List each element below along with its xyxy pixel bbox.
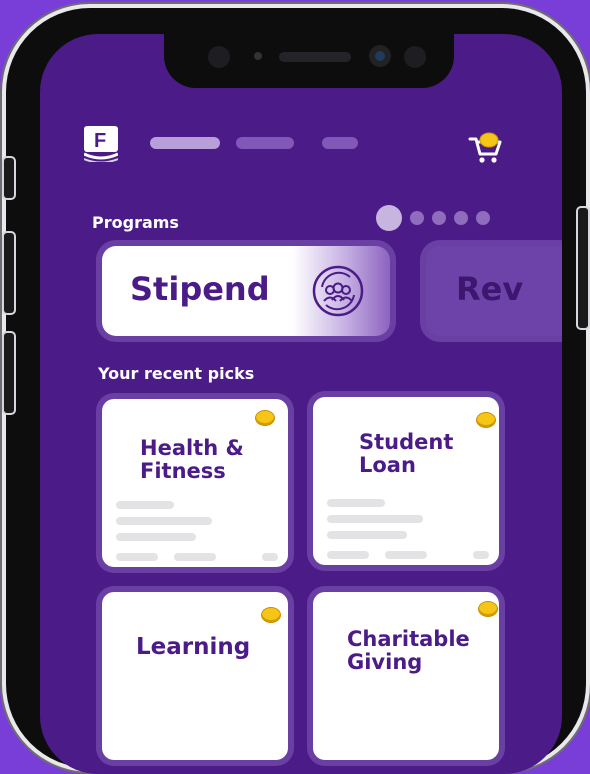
carousel-pagination xyxy=(376,205,490,231)
speaker-grille xyxy=(279,52,351,62)
placeholder-line xyxy=(327,515,423,523)
pick-title-line: Giving xyxy=(347,650,423,674)
pick-card-student-loan[interactable]: Student Loan xyxy=(313,397,499,565)
device-notch xyxy=(164,34,454,88)
sensor-dot-right xyxy=(404,46,426,68)
pick-card-charitable-giving[interactable]: Charitable Giving xyxy=(313,592,499,760)
coin-icon xyxy=(479,602,497,616)
programs-heading: Programs xyxy=(92,213,179,232)
nav-tab-1[interactable] xyxy=(150,137,220,149)
placeholder-line xyxy=(116,553,158,561)
logo-letter: F xyxy=(94,130,106,152)
program-card-next[interactable]: Rev xyxy=(426,246,562,336)
pick-title-line: Health & xyxy=(140,436,244,460)
carousel-dot[interactable] xyxy=(476,211,490,225)
cart-button[interactable] xyxy=(464,126,504,166)
placeholder-line xyxy=(327,499,385,507)
pick-card-health-fitness[interactable]: Health & Fitness xyxy=(102,399,288,567)
power-button xyxy=(578,208,588,328)
app-logo[interactable]: F xyxy=(83,126,119,164)
pick-card-learning[interactable]: Learning xyxy=(102,592,288,760)
coin-icon xyxy=(262,608,280,622)
placeholder-line xyxy=(116,517,212,525)
mute-switch xyxy=(4,158,14,198)
pick-title-line: Charitable xyxy=(347,627,470,651)
pick-title-line: Fitness xyxy=(140,459,226,483)
nav-tab-2[interactable] xyxy=(236,137,294,149)
carousel-dot[interactable] xyxy=(432,211,446,225)
placeholder-line xyxy=(116,533,196,541)
volume-down-button xyxy=(4,333,14,413)
nav-tab-3[interactable] xyxy=(322,137,358,149)
sensor-dot xyxy=(208,46,230,68)
logo-icon: F xyxy=(83,126,119,164)
coin-icon xyxy=(477,413,495,427)
recent-picks-heading: Your recent picks xyxy=(98,364,255,383)
program-label-next: Rev xyxy=(456,270,524,308)
placeholder-line xyxy=(116,501,174,509)
placeholder-line xyxy=(327,531,407,539)
pick-title-line: Loan xyxy=(359,453,416,477)
pick-title-line: Learning xyxy=(136,634,251,660)
carousel-dot-active[interactable] xyxy=(376,205,402,231)
community-cycle-icon xyxy=(312,265,364,317)
carousel-dot[interactable] xyxy=(410,211,424,225)
carousel-dot[interactable] xyxy=(454,211,468,225)
cart-icon xyxy=(468,132,502,163)
placeholder-line xyxy=(385,551,427,559)
app-screen: F Programs Stipend Rev Your recent picks… xyxy=(40,34,562,774)
program-label: Stipend xyxy=(130,270,270,308)
pick-title-line: Student xyxy=(359,430,454,454)
phone-frame: F Programs Stipend Rev Your recent picks… xyxy=(4,8,588,774)
program-card-stipend[interactable]: Stipend xyxy=(102,246,390,336)
placeholder-line xyxy=(473,551,489,559)
front-camera-icon xyxy=(369,45,391,67)
volume-up-button xyxy=(4,233,14,313)
placeholder-line xyxy=(174,553,216,561)
placeholder-line xyxy=(262,553,278,561)
coin-icon xyxy=(256,411,274,425)
placeholder-line xyxy=(327,551,369,559)
proximity-dot xyxy=(254,52,262,60)
